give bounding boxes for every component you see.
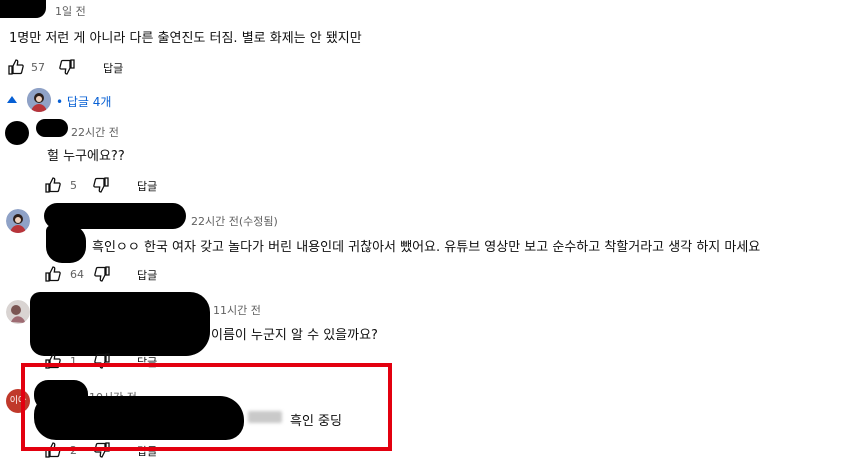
comment-text: 1명만 저런 게 아니라 다른 출연진도 터짐. 별로 화제는 안 됐지만: [9, 31, 362, 46]
like-icon[interactable]: [45, 266, 61, 282]
reply-avatar: [6, 300, 30, 324]
redacted-author: [0, 0, 46, 18]
like-count: 5: [70, 179, 77, 192]
reply-time: 11시간 전: [213, 304, 261, 317]
caret-up-icon: [7, 96, 17, 103]
reply-time: 22시간 전: [71, 126, 119, 139]
redacted-author: [36, 119, 68, 137]
like-icon[interactable]: [8, 59, 24, 75]
comment-time: 1일 전: [55, 5, 86, 18]
reply-button[interactable]: 답글: [103, 60, 123, 76]
like-icon[interactable]: [45, 177, 61, 193]
reply-button[interactable]: 답글: [137, 267, 157, 283]
like-count: 64: [70, 268, 84, 281]
author-avatar: [27, 88, 51, 112]
reply-avatar: [5, 121, 29, 145]
replies-toggle[interactable]: • 답글 4개: [5, 88, 135, 112]
dislike-icon[interactable]: [94, 266, 110, 282]
redacted-text: [46, 225, 86, 263]
dislike-icon[interactable]: [93, 177, 109, 193]
dislike-icon[interactable]: [59, 59, 75, 75]
reply-text: 이름이 누군지 알 수 있을까요?: [211, 328, 378, 343]
highlight-box: [21, 363, 392, 451]
reply-time: 22시간 전(수정됨): [191, 215, 278, 228]
reply-avatar: [6, 209, 30, 233]
reply-button[interactable]: 답글: [137, 178, 157, 194]
replies-count-label: • 답글 4개: [56, 95, 112, 109]
reply-text: 헐 누구에요??: [47, 149, 125, 164]
like-count: 57: [31, 61, 45, 74]
reply-text: 흑인ㅇㅇ 한국 여자 갖고 놀다가 버린 내용인데 귀찮아서 뺐어요. 유튜브 …: [92, 240, 761, 255]
redacted-author: [30, 292, 210, 356]
